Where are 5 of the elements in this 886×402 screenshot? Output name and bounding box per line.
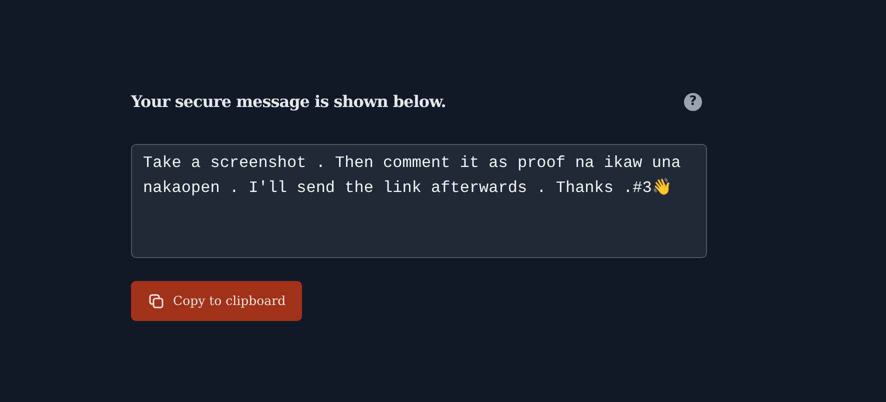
copy-button[interactable]: Copy to clipboard: [131, 281, 302, 321]
help-icon[interactable]: ?: [684, 93, 702, 111]
copy-icon: [149, 294, 164, 308]
message-field[interactable]: Take a screenshot . Then comment it as proof na ikaw una nakaopen . I'll send the link afterwards . Thanks .#3👋: [131, 144, 707, 258]
heading: Your secure message is shown below.: [131, 91, 446, 113]
